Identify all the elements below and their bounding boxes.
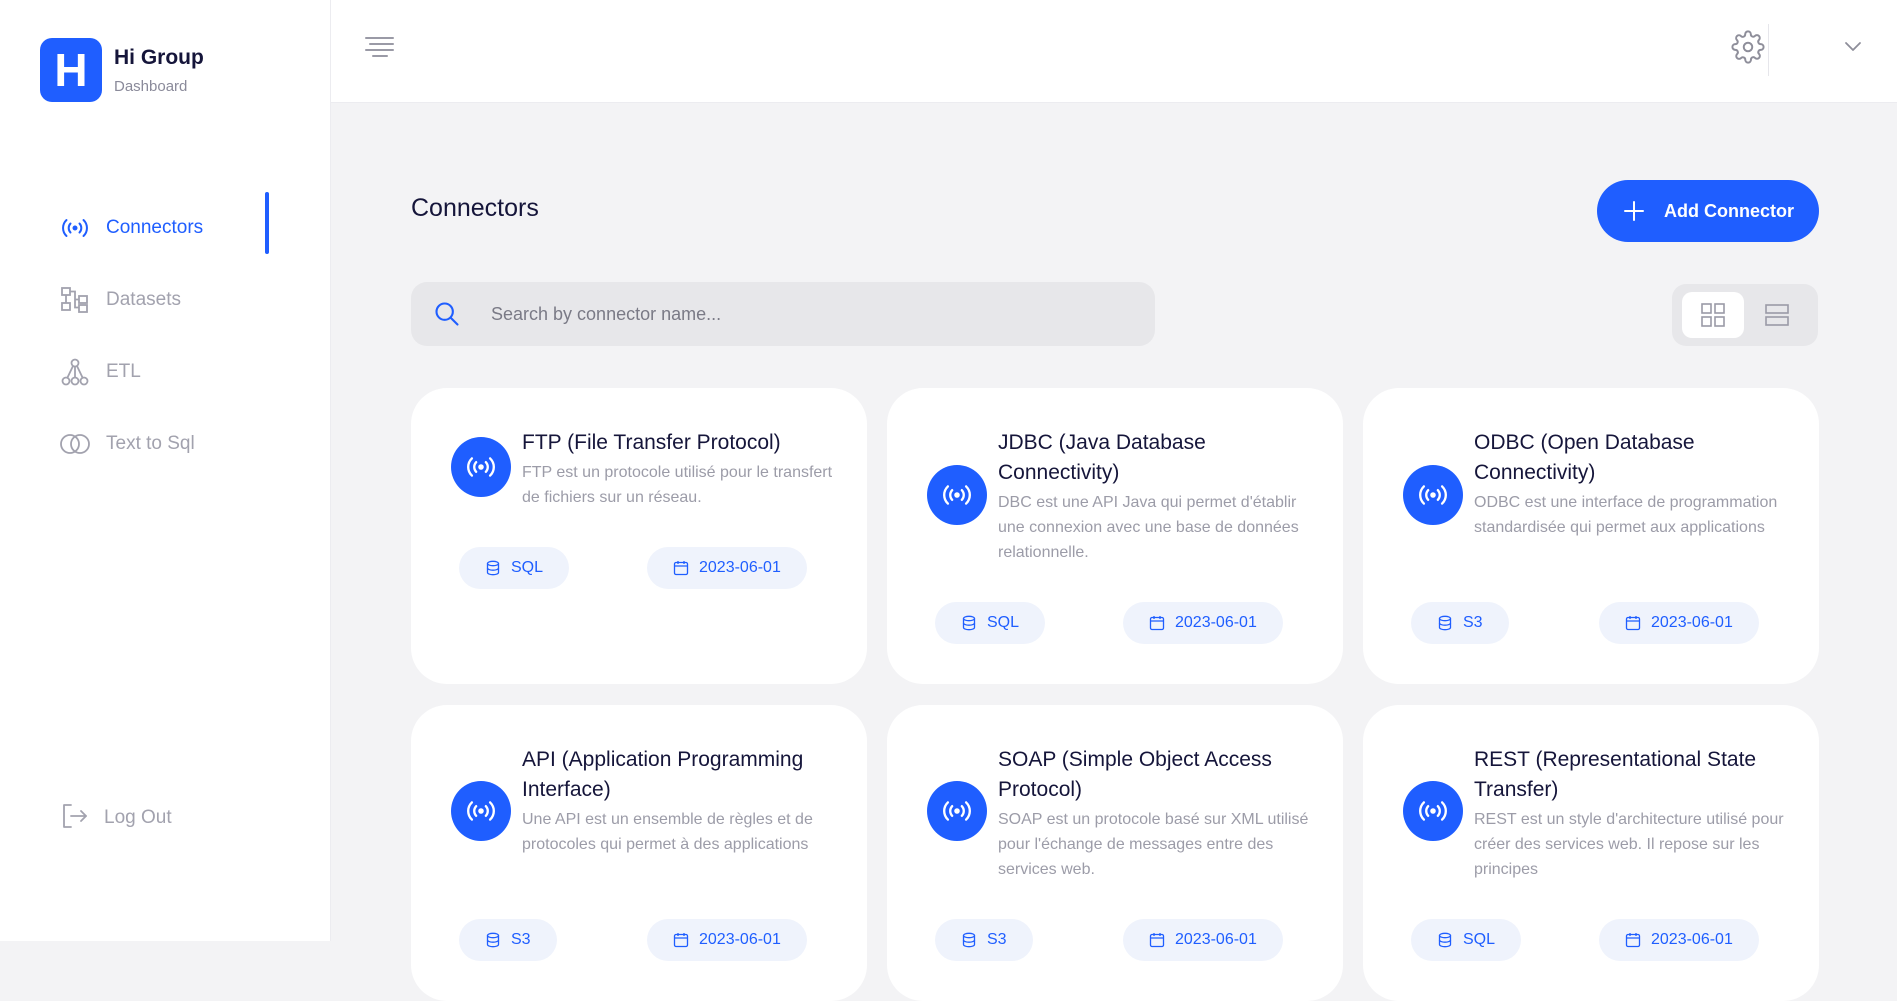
plus-icon xyxy=(1624,201,1644,221)
connector-title: SOAP (Simple Object Access Protocol) xyxy=(998,748,1272,801)
logout-button[interactable]: Log Out xyxy=(0,782,390,854)
type-label: SQL xyxy=(1463,931,1496,948)
date-label: 2023-06-01 xyxy=(1651,931,1733,948)
connector-card-rest[interactable]: REST (Representational State Transfer) R… xyxy=(1363,705,1819,1001)
grid-view-button[interactable] xyxy=(1682,292,1744,338)
chevron-down-icon[interactable] xyxy=(1841,34,1865,58)
brand[interactable]: H Hi Group Dashboard xyxy=(40,38,204,102)
type-label: S3 xyxy=(987,931,1007,948)
type-label: S3 xyxy=(511,931,531,948)
sidebar-item-etl[interactable]: ETL xyxy=(0,336,330,408)
calendar-icon xyxy=(1625,616,1641,631)
type-badge[interactable]: S3 xyxy=(935,919,1033,961)
add-connector-button[interactable]: Add Connector xyxy=(1597,180,1819,242)
sidebar-item-label: ETL xyxy=(106,361,141,382)
menu-icon[interactable] xyxy=(363,32,397,60)
date-label: 2023-06-01 xyxy=(699,559,781,576)
connector-description: Une API est un ensemble de règles et de … xyxy=(522,811,813,853)
sidebar-item-text-to-sql[interactable]: Text to Sql xyxy=(0,408,330,480)
type-label: SQL xyxy=(987,614,1020,631)
date-badge[interactable]: 2023-06-01 xyxy=(1599,602,1759,644)
add-connector-label: Add Connector xyxy=(1664,200,1794,221)
gear-icon[interactable] xyxy=(1731,30,1765,64)
search-bar xyxy=(411,282,1155,346)
calendar-icon xyxy=(673,561,689,576)
topbar-divider xyxy=(1768,24,1769,76)
date-label: 2023-06-01 xyxy=(699,931,781,948)
type-badge[interactable]: SQL xyxy=(1411,919,1522,961)
connector-card-api[interactable]: API (Application Programming Interface) … xyxy=(411,705,867,1001)
broadcast-icon xyxy=(1403,465,1463,525)
brand-title: Hi Group xyxy=(114,45,204,69)
broadcast-icon xyxy=(451,781,511,841)
broadcast-icon xyxy=(60,213,90,243)
database-icon xyxy=(486,932,500,948)
date-label: 2023-06-01 xyxy=(1175,614,1257,631)
broadcast-icon xyxy=(927,781,987,841)
sidebar: H Hi Group Dashboard Connectors Datasets… xyxy=(0,0,331,941)
database-icon xyxy=(1438,932,1452,948)
date-label: 2023-06-01 xyxy=(1175,931,1257,948)
sidebar-item-datasets[interactable]: Datasets xyxy=(0,264,330,336)
calendar-icon xyxy=(1149,616,1165,631)
connector-card-ftp[interactable]: FTP (File Transfer Protocol) FTP est un … xyxy=(411,388,867,684)
brand-logo: H xyxy=(40,38,102,102)
calendar-icon xyxy=(673,933,689,948)
sidebar-item-connectors[interactable]: Connectors xyxy=(0,192,330,264)
sidebar-item-label: Connectors xyxy=(106,217,204,238)
connector-title: API (Application Programming Interface) xyxy=(522,748,804,801)
broadcast-icon xyxy=(927,465,987,525)
connector-title: FTP (File Transfer Protocol) xyxy=(522,431,781,454)
type-label: S3 xyxy=(1463,614,1483,631)
connector-card-jdbc[interactable]: JDBC (Java Database Connectivity) DBC es… xyxy=(887,388,1343,684)
view-toggle xyxy=(1672,284,1818,346)
date-badge[interactable]: 2023-06-01 xyxy=(1123,919,1283,961)
connector-title: JDBC (Java Database Connectivity) xyxy=(998,431,1206,484)
connector-card-soap[interactable]: SOAP (Simple Object Access Protocol) SOA… xyxy=(887,705,1343,1001)
list-view-button[interactable] xyxy=(1746,292,1808,338)
brand-subtitle: Dashboard xyxy=(114,77,188,95)
broadcast-icon xyxy=(1403,781,1463,841)
date-badge[interactable]: 2023-06-01 xyxy=(647,547,807,589)
connector-description: FTP est un protocole utilisé pour le tra… xyxy=(522,464,833,506)
type-badge[interactable]: S3 xyxy=(459,919,557,961)
etl-icon xyxy=(60,357,90,387)
date-badge[interactable]: 2023-06-01 xyxy=(1123,602,1283,644)
list-icon xyxy=(1765,304,1789,326)
database-icon xyxy=(1438,615,1452,631)
calendar-icon xyxy=(1149,933,1165,948)
database-icon xyxy=(962,932,976,948)
type-badge[interactable]: S3 xyxy=(1411,602,1509,644)
search-icon xyxy=(435,302,459,326)
sidebar-item-label: Text to Sql xyxy=(106,433,195,454)
logout-label: Log Out xyxy=(104,807,172,828)
connector-card-odbc[interactable]: ODBC (Open Database Connectivity) ODBC e… xyxy=(1363,388,1819,684)
connector-description: DBC est une API Java qui permet d'établi… xyxy=(998,494,1299,561)
connector-title: ODBC (Open Database Connectivity) xyxy=(1474,431,1695,484)
active-indicator xyxy=(265,192,269,254)
broadcast-icon xyxy=(451,437,511,497)
sidebar-item-label: Datasets xyxy=(106,289,181,310)
type-badge[interactable]: SQL xyxy=(935,602,1046,644)
search-input[interactable] xyxy=(489,302,1133,326)
connector-description: SOAP est un protocole basé sur XML utili… xyxy=(998,811,1309,878)
connector-description: ODBC est une interface de programmation … xyxy=(1474,494,1778,536)
connector-title: REST (Representational State Transfer) xyxy=(1474,748,1757,801)
date-badge[interactable]: 2023-06-01 xyxy=(647,919,807,961)
grid-icon xyxy=(1701,303,1725,327)
logout-icon xyxy=(60,802,88,835)
type-label: SQL xyxy=(511,559,544,576)
database-icon xyxy=(486,560,500,576)
date-badge[interactable]: 2023-06-01 xyxy=(1599,919,1759,961)
dataset-icon xyxy=(60,285,90,315)
page-title: Connectors xyxy=(411,194,539,222)
database-icon xyxy=(962,615,976,631)
date-label: 2023-06-01 xyxy=(1651,614,1733,631)
topbar xyxy=(331,0,1897,103)
type-badge[interactable]: SQL xyxy=(459,547,570,589)
connector-description: REST est un style d'architecture utilisé… xyxy=(1474,811,1784,878)
text-to-sql-icon xyxy=(60,429,90,459)
sidebar-nav: Connectors Datasets ETL Text to Sql xyxy=(0,192,330,480)
calendar-icon xyxy=(1625,933,1641,948)
